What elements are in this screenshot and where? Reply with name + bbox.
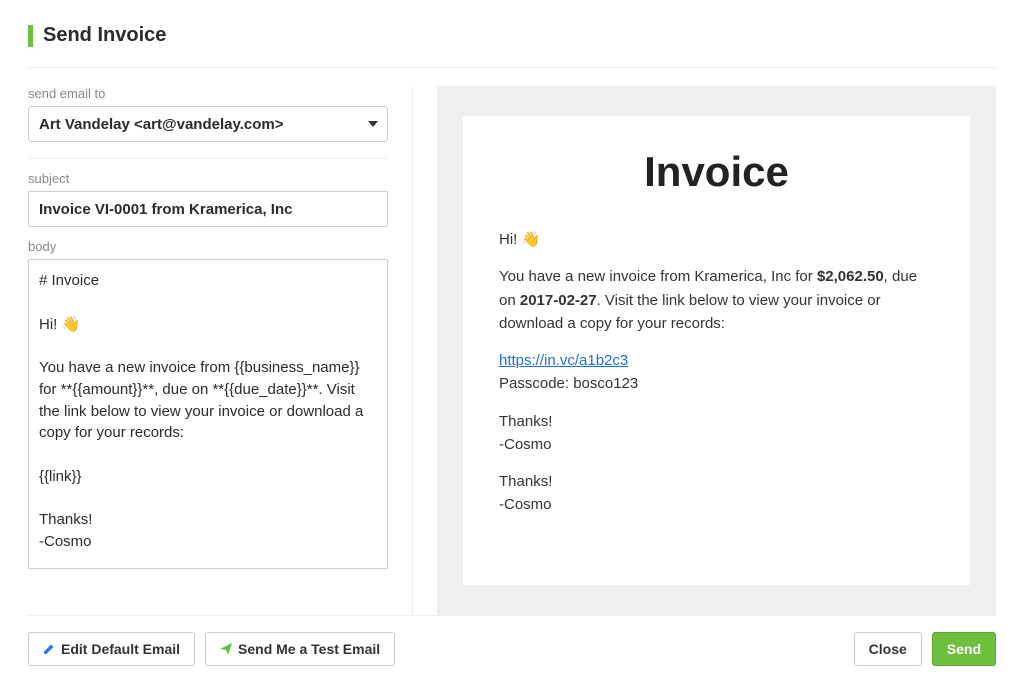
subject-label: subject [28,171,388,186]
preview-amount: $2,062.50 [817,268,884,285]
close-button-label: Close [869,641,907,657]
to-select[interactable]: Art Vandelay <art@vandelay.com> [28,106,388,142]
preview-passcode: Passcode: bosco123 [499,375,638,392]
subject-field-group: subject [28,171,388,227]
preview-intro: You have a new invoice from Kramerica, I… [499,265,934,335]
preview-greeting: Hi! 👋 [499,228,934,251]
modal-footer: Edit Default Email Send Me a Test Email … [28,615,996,666]
footer-right: Close Send [854,632,996,666]
close-button[interactable]: Close [854,632,922,666]
form-column: send email to Art Vandelay <art@vandelay… [28,86,413,615]
paper-plane-icon [220,643,232,655]
preview-thanks-1: Thanks! [499,413,552,430]
preview-link[interactable]: https://in.vc/a1b2c3 [499,352,628,369]
body-field-group: body [28,239,388,603]
preview-signoff-1: Thanks! -Cosmo [499,410,934,457]
footer-left: Edit Default Email Send Me a Test Email [28,632,395,666]
send-button[interactable]: Send [932,632,996,666]
send-invoice-modal: Send Invoice send email to Art Vandelay … [0,0,1024,686]
send-test-email-button[interactable]: Send Me a Test Email [205,632,395,666]
preview-column: Invoice Hi! 👋 You have a new invoice fro… [413,86,996,615]
modal-header: Send Invoice [28,24,996,68]
preview-intro-pre: You have a new invoice from Kramerica, I… [499,268,817,285]
preview-heading: Invoice [499,148,934,196]
preview-sig-1: -Cosmo [499,436,552,453]
preview-sig-2: -Cosmo [499,496,552,513]
preview-due-date: 2017-02-27 [520,292,597,309]
pencil-icon [43,643,55,655]
modal-title: Send Invoice [43,24,166,47]
preview-inner: Invoice Hi! 👋 You have a new invoice fro… [463,116,970,585]
preview-thanks-2: Thanks! [499,473,552,490]
subject-input[interactable] [28,191,388,227]
to-field-group: send email to Art Vandelay <art@vandelay… [28,86,388,159]
preview-signoff-2: Thanks! -Cosmo [499,470,934,517]
accent-bar [28,25,33,47]
send-button-label: Send [947,641,981,657]
to-select-value[interactable]: Art Vandelay <art@vandelay.com> [28,106,388,142]
preview-link-block: https://in.vc/a1b2c3 Passcode: bosco123 [499,349,934,396]
edit-default-email-button[interactable]: Edit Default Email [28,632,195,666]
body-label: body [28,239,388,254]
send-test-email-label: Send Me a Test Email [238,641,380,657]
to-label: send email to [28,86,388,101]
edit-default-email-label: Edit Default Email [61,641,180,657]
modal-body: send email to Art Vandelay <art@vandelay… [28,68,996,615]
preview-outer: Invoice Hi! 👋 You have a new invoice fro… [437,86,996,615]
body-textarea[interactable] [28,259,388,569]
preview-content: Hi! 👋 You have a new invoice from Kramer… [499,228,934,517]
